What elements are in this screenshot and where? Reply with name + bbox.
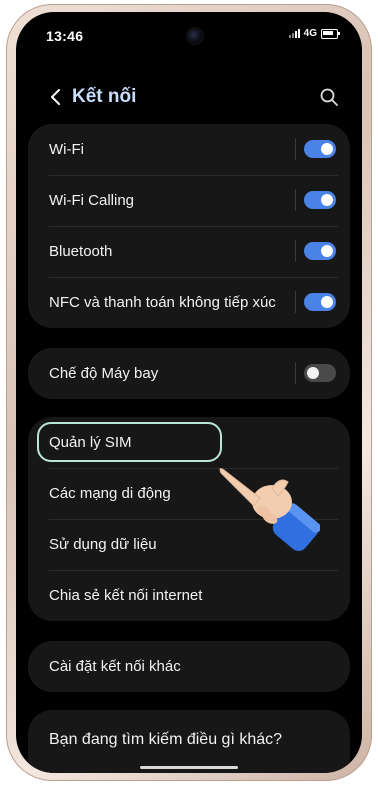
battery-icon: [321, 28, 340, 39]
pointing-hand-icon: [219, 468, 320, 551]
settings-item-label: Bluetooth: [49, 243, 113, 260]
settings-item-label: Chia sẻ kết nối internet: [49, 587, 203, 604]
home-indicator: [140, 766, 238, 769]
network-type: 4G: [303, 28, 317, 39]
search-suggestion-label: Bạn đang tìm kiếm điều gì khác?: [49, 731, 283, 748]
settings-item-label: Wi-Fi: [49, 141, 84, 158]
divider: [295, 138, 296, 160]
settings-item-nfc[interactable]: NFC và thanh toán không tiếp xúc: [28, 277, 350, 328]
connectivity-card: Wi-Fi Wi-Fi Calling Bluetooth NFC và tha…: [28, 124, 350, 328]
settings-item-more-connections[interactable]: Cài đặt kết nối khác: [28, 641, 350, 692]
divider: [295, 189, 296, 211]
settings-item-label: Cài đặt kết nối khác: [49, 658, 181, 675]
settings-item-label: Quản lý SIM: [49, 434, 132, 451]
app-header: Kết nối: [16, 78, 362, 118]
page-title: Kết nối: [72, 86, 137, 107]
wifi-calling-toggle[interactable]: [304, 191, 336, 209]
divider: [295, 291, 296, 313]
settings-item-label: Các mạng di động: [49, 485, 171, 502]
chevron-left-icon[interactable]: [46, 86, 66, 108]
divider: [295, 240, 296, 262]
settings-item-bluetooth[interactable]: Bluetooth: [28, 226, 350, 277]
divider: [295, 362, 296, 384]
wifi-toggle[interactable]: [304, 140, 336, 158]
settings-item-label: Wi-Fi Calling: [49, 192, 135, 209]
bluetooth-toggle[interactable]: [304, 242, 336, 260]
signal-icon: [288, 29, 300, 38]
status-indicators: 4G: [288, 28, 340, 39]
settings-item-label: NFC và thanh toán không tiếp xúc: [49, 294, 276, 311]
nfc-toggle[interactable]: [304, 293, 336, 311]
settings-item-label: Sử dụng dữ liệu: [49, 536, 157, 553]
more-settings-card: Cài đặt kết nối khác: [28, 641, 350, 692]
search-icon[interactable]: [318, 86, 340, 108]
settings-item-airplane-mode[interactable]: Chế độ Máy bay: [28, 348, 350, 399]
status-bar: 13:46 4G: [16, 12, 362, 58]
phone-frame: 13:46 4G Kết nối Wi-Fi Wi-Fi Calling Blu…: [6, 4, 372, 781]
front-camera-icon: [188, 29, 202, 43]
settings-item-hotspot[interactable]: Chia sẻ kết nối internet: [28, 570, 350, 621]
airplane-card: Chế độ Máy bay: [28, 348, 350, 399]
airplane-mode-toggle[interactable]: [304, 364, 336, 382]
settings-item-wifi[interactable]: Wi-Fi: [28, 124, 350, 175]
search-suggestion-card: Bạn đang tìm kiếm điều gì khác?: [28, 710, 350, 773]
phone-screen: 13:46 4G Kết nối Wi-Fi Wi-Fi Calling Blu…: [16, 12, 362, 773]
search-suggestion[interactable]: Bạn đang tìm kiếm điều gì khác?: [28, 710, 350, 770]
settings-item-label: Chế độ Máy bay: [49, 365, 159, 382]
settings-item-wifi-calling[interactable]: Wi-Fi Calling: [28, 175, 350, 226]
status-time: 13:46: [46, 28, 84, 44]
